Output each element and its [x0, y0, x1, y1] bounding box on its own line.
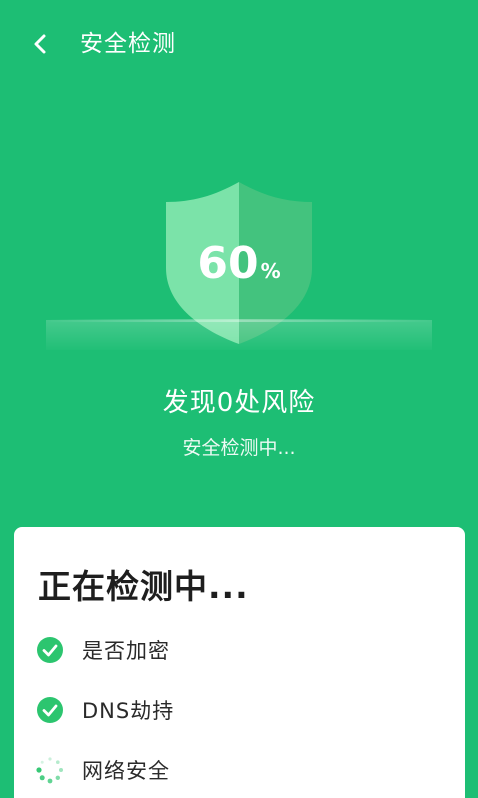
check-circle-icon	[36, 696, 64, 724]
progress-unit: %	[260, 259, 281, 283]
risk-headline: 发现0处风险	[162, 388, 316, 418]
check-circle-icon	[36, 636, 64, 664]
scan-status: 安全检测中...	[182, 437, 296, 459]
page-title: 安全检测	[80, 31, 176, 57]
list-item-network: 网络安全	[36, 753, 170, 787]
list-item-encryption: 是否加密	[36, 633, 170, 667]
list-item-dns: DNS劫持	[36, 693, 174, 727]
list-item-label: 网络安全	[82, 759, 170, 783]
progress-value: 60	[197, 238, 259, 289]
chevron-left-icon	[34, 34, 46, 54]
card-title: 正在检测中...	[38, 567, 249, 606]
progress-percent: 60%	[46, 238, 432, 297]
list-item-label: 是否加密	[82, 639, 170, 663]
detection-card: 正在检测中... 是否加密 DNS劫持 网络安全	[14, 527, 465, 798]
spinner-icon	[36, 756, 64, 784]
back-button[interactable]	[24, 28, 56, 60]
list-item-label: DNS劫持	[82, 699, 175, 723]
top-bar: 安全检测	[0, 0, 478, 90]
scan-progress-shield: 60%	[46, 176, 432, 356]
